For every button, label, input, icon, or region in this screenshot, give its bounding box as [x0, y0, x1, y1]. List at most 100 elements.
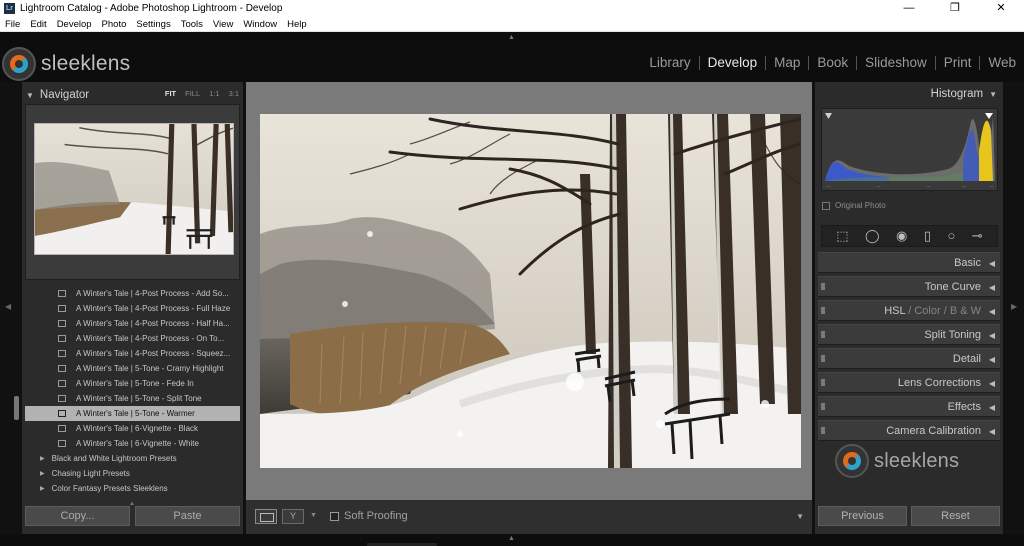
view-dropdown-icon[interactable]: ▼	[310, 512, 317, 519]
navigator-thumbnail[interactable]	[34, 123, 234, 255]
preset-item[interactable]: A Winter's Tale | 6-Vignette - White	[25, 436, 240, 451]
navigator-collapse-icon[interactable]: ▼	[26, 91, 34, 100]
menu-help[interactable]: Help	[282, 19, 312, 30]
module-develop[interactable]: Develop	[700, 55, 766, 70]
histogram[interactable]: – – – – –	[821, 108, 998, 191]
section-basic[interactable]: Basic ◀	[818, 252, 1000, 273]
preset-item[interactable]: A Winter's Tale | 5-Tone - Cramy Highlig…	[25, 361, 240, 376]
toolbar-options-icon[interactable]: ▼	[796, 512, 804, 521]
section-lens-corrections[interactable]: Lens Corrections ◀	[818, 372, 1000, 393]
menu-view[interactable]: View	[208, 19, 238, 30]
crop-tool-icon[interactable]: ⬚	[836, 229, 848, 243]
reset-button[interactable]: Reset	[911, 506, 1000, 526]
graduated-filter-icon[interactable]: ▯	[924, 229, 931, 243]
section-collapse-icon[interactable]: ◀	[989, 331, 995, 340]
section-toggle-switch[interactable]	[821, 427, 825, 434]
section-split-toning[interactable]: Split Toning ◀	[818, 324, 1000, 345]
previous-reset-buttons: Previous Reset	[818, 506, 1000, 526]
module-print[interactable]: Print	[936, 55, 980, 70]
paste-button[interactable]: Paste	[135, 506, 240, 526]
zoom-fit[interactable]: FIT	[165, 89, 176, 98]
menu-window[interactable]: Window	[238, 19, 282, 30]
navigator-preview[interactable]	[25, 104, 240, 280]
collapse-top-panel-icon[interactable]: ▲	[508, 34, 515, 41]
adjustment-brush-icon[interactable]: ⊸	[972, 229, 983, 243]
section-toggle-switch[interactable]	[821, 403, 825, 410]
previous-button[interactable]: Previous	[818, 506, 907, 526]
folder-expand-icon[interactable]: ▶	[40, 455, 45, 462]
main-photo[interactable]	[260, 114, 801, 468]
spot-removal-icon[interactable]: ◯	[865, 229, 880, 243]
sleeklens-logo-icon	[835, 444, 869, 478]
preset-folder[interactable]: ▶ Color Fantasy Presets Sleeklens	[25, 481, 240, 496]
section-collapse-icon[interactable]: ◀	[989, 427, 995, 436]
menu-tools[interactable]: Tools	[176, 19, 208, 30]
section-tone-curve[interactable]: Tone Curve ◀	[818, 276, 1000, 297]
red-eye-icon[interactable]: ◉	[896, 229, 907, 243]
menu-photo[interactable]: Photo	[97, 19, 132, 30]
section-detail[interactable]: Detail ◀	[818, 348, 1000, 369]
image-canvas[interactable]	[243, 82, 815, 500]
module-web[interactable]: Web	[980, 55, 1024, 70]
section-hsl[interactable]: HSL / Color / B & W ◀	[818, 300, 1000, 321]
module-library[interactable]: Library	[641, 55, 698, 70]
menu-settings[interactable]: Settings	[131, 19, 175, 30]
preset-item[interactable]: A Winter's Tale | 5-Tone - Split Tone	[25, 391, 240, 406]
section-toggle-switch[interactable]	[821, 307, 825, 314]
before-after-view-button[interactable]: Y	[282, 509, 304, 524]
module-slideshow[interactable]: Slideshow	[857, 55, 935, 70]
histogram-header[interactable]: Histogram ▼	[931, 88, 997, 100]
section-collapse-icon[interactable]: ◀	[989, 355, 995, 364]
menu-develop[interactable]: Develop	[52, 19, 97, 30]
bw-tab[interactable]: B & W	[950, 305, 981, 317]
preset-item[interactable]: A Winter's Tale | 6-Vignette - Black	[25, 421, 240, 436]
original-photo-checkbox[interactable]	[822, 201, 830, 210]
preset-item[interactable]: A Winter's Tale | 4-Post Process - Add S…	[25, 286, 240, 301]
menu-edit[interactable]: Edit	[25, 19, 51, 30]
maximize-button[interactable]: ❐	[932, 0, 978, 17]
section-collapse-icon[interactable]: ◀	[989, 403, 995, 412]
close-button[interactable]: ✕	[978, 0, 1024, 17]
preset-item[interactable]: A Winter's Tale | 4-Post Process - Squee…	[25, 346, 240, 361]
folder-expand-icon[interactable]: ▶	[40, 470, 45, 477]
section-collapse-icon[interactable]: ◀	[989, 259, 995, 268]
menu-file[interactable]: File	[0, 19, 25, 30]
preset-item[interactable]: A Winter's Tale | 4-Post Process - On To…	[25, 331, 240, 346]
zoom-1-1[interactable]: 1:1	[209, 89, 219, 98]
section-toggle-switch[interactable]	[821, 283, 825, 290]
section-collapse-icon[interactable]: ◀	[989, 307, 995, 316]
folder-expand-icon[interactable]: ▶	[40, 485, 45, 492]
section-toggle-switch[interactable]	[821, 331, 825, 338]
radial-filter-icon[interactable]: ○	[947, 229, 955, 243]
preset-item[interactable]: A Winter's Tale | 4-Post Process - Full …	[25, 301, 240, 316]
preset-item[interactable]: A Winter's Tale | 4-Post Process - Half …	[25, 316, 240, 331]
original-photo-toggle[interactable]: Original Photo	[822, 201, 886, 210]
loupe-view-button[interactable]	[255, 509, 277, 524]
copy-button[interactable]: Copy...	[25, 506, 130, 526]
section-collapse-icon[interactable]: ◀	[989, 283, 995, 292]
collapse-right-panel-icon[interactable]: ▶	[1011, 302, 1017, 311]
histogram-collapse-icon[interactable]: ▼	[989, 90, 997, 99]
section-toggle-switch[interactable]	[821, 379, 825, 386]
minimize-button[interactable]: —	[886, 0, 932, 17]
preset-folder[interactable]: ▶ Black and White Lightroom Presets	[25, 451, 240, 466]
section-camera-calibration[interactable]: Camera Calibration ◀	[818, 420, 1000, 441]
color-tab[interactable]: Color	[914, 305, 940, 317]
hsl-tab[interactable]: HSL	[884, 305, 905, 317]
zoom-3-1[interactable]: 3:1	[229, 89, 239, 98]
original-photo-label: Original Photo	[835, 201, 886, 210]
module-book[interactable]: Book	[809, 55, 856, 70]
preset-folder[interactable]: ▶ Chasing Light Presets	[25, 466, 240, 481]
soft-proofing-checkbox[interactable]	[330, 512, 339, 521]
section-title: Tone Curve	[924, 281, 981, 293]
preset-item-selected[interactable]: A Winter's Tale | 5-Tone - Warmer	[25, 406, 240, 421]
collapse-left-panel-icon[interactable]: ◀	[5, 302, 11, 311]
expand-filmstrip-icon[interactable]: ▲	[508, 535, 515, 542]
module-map[interactable]: Map	[766, 55, 808, 70]
section-toggle-switch[interactable]	[821, 355, 825, 362]
section-collapse-icon[interactable]: ◀	[989, 379, 995, 388]
zoom-fill[interactable]: FILL	[185, 89, 200, 98]
preset-item[interactable]: A Winter's Tale | 5-Tone - Fede In	[25, 376, 240, 391]
preset-scrollbar[interactable]	[14, 396, 19, 420]
section-effects[interactable]: Effects ◀	[818, 396, 1000, 417]
